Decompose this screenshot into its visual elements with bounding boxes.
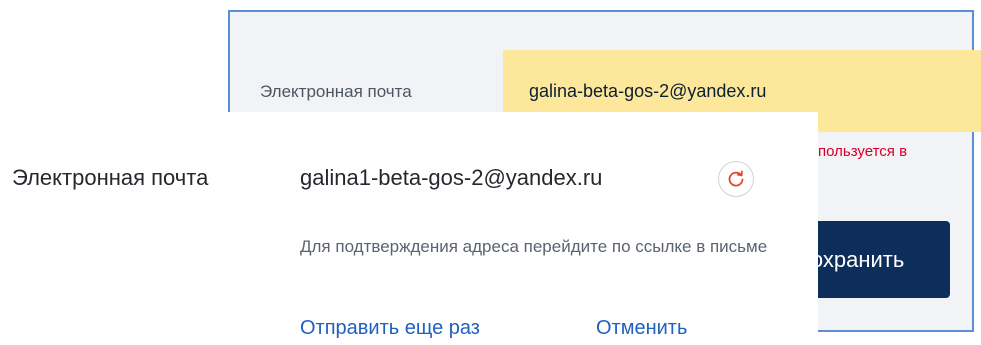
resend-link[interactable]: Отправить еще раз [300, 314, 480, 342]
refresh-icon [728, 170, 744, 187]
email-confirmation-panel [0, 112, 818, 345]
confirmation-hint: Для подтверждения адреса перейдите по сс… [300, 237, 768, 256]
background-email-input-value: galina-beta-gos-2@yandex.ru [529, 81, 767, 101]
refresh-button[interactable] [718, 161, 754, 197]
background-email-label: Электронная почта [260, 82, 412, 101]
cancel-link[interactable]: Отменить [596, 314, 687, 342]
email-label: Электронная почта [12, 165, 209, 190]
email-value: galina1-beta-gos-2@yandex.ru [300, 165, 603, 190]
background-email-error: пользуется в [818, 143, 908, 160]
